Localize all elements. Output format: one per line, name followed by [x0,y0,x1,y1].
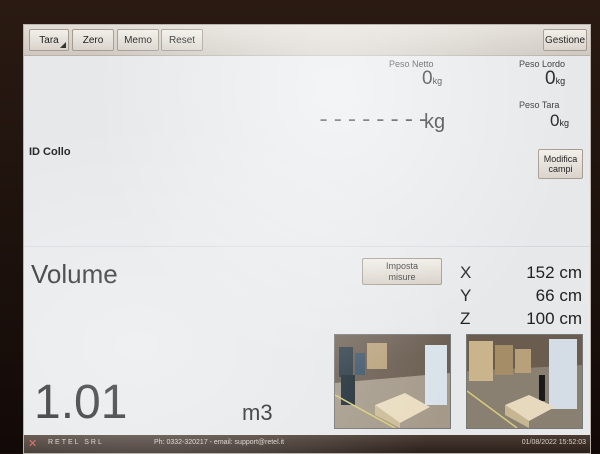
dim-z-axis: Z [460,309,471,328]
reset-button[interactable]: Reset [161,29,203,51]
dim-x-axis: X [460,263,472,282]
peso-lordo-readout: 0kg [545,68,565,90]
peso-netto-unit: kg [432,76,443,86]
peso-netto-value: 0 [422,68,433,89]
id-collo-label: ID Collo [29,146,71,158]
scale-screen: Tara Zero Memo Reset Gestione Peso Netto… [23,24,591,454]
company-name: RETEL SRL [48,439,104,446]
contact-info: Ph: 0332-320217 - email: support@retel.i… [154,439,285,446]
imposta-misure-button[interactable]: Imposta misure [362,258,442,285]
weight-display-unit: kg [424,111,446,133]
volume-unit: m3 [242,400,273,425]
peso-netto-readout: 0kg [422,68,442,90]
dim-z-value: 100 cm [526,309,582,329]
section-divider [24,246,590,247]
zero-button-label: Zero [82,34,104,46]
tara-button-label: Tara [39,34,59,46]
camera-feed-1[interactable] [334,334,451,429]
camera-feed-2[interactable] [466,334,583,429]
peso-lordo-unit: kg [555,76,566,86]
camera-2-image [467,335,582,428]
modifica-campi-button[interactable]: Modifica campi [538,149,583,179]
dim-y-axis: Y [460,286,472,305]
camera-1-image [335,335,450,428]
dim-z-number: 100 [526,309,555,328]
memo-button-label: Memo [124,34,152,46]
dim-y-unit: cm [559,286,582,305]
gestione-button-label: Gestione [544,34,586,46]
dim-x-value: 152 cm [526,263,582,283]
imposta-misure-line2: misure [388,272,416,282]
modifica-campi-line1: Modifica [543,154,578,164]
gestione-button[interactable]: Gestione [543,29,587,51]
status-bar: ✕ RETEL SRL Ph: 0332-320217 - email: sup… [24,435,590,453]
dim-z-unit: cm [559,309,582,328]
tara-button[interactable]: Tara [29,29,69,51]
peso-tara-unit: kg [559,118,569,128]
dim-y-number: 66 [535,286,555,305]
volume-label: Volume [31,259,118,289]
weight-display-value: -------- [317,108,431,133]
dropdown-corner-icon [60,42,66,48]
dim-x-number: 152 [526,263,555,282]
imposta-misure-line1: Imposta [385,261,418,271]
date-time: 01/08/2022 15:52:03 [521,439,586,446]
modifica-campi-line2: campi [548,164,573,174]
close-icon[interactable]: ✕ [28,437,37,450]
memo-button[interactable]: Memo [117,29,159,51]
peso-lordo-value: 0 [545,68,556,89]
dim-y-value: 66 cm [536,286,582,306]
peso-tara-label: Peso Tara [519,100,560,110]
peso-tara-readout: 0kg [550,111,569,131]
weight-display: -------- [317,108,431,133]
volume-value: 1.01 [34,376,128,429]
reset-button-label: Reset [168,34,196,46]
toolbar: Tara Zero Memo Reset Gestione [24,25,590,56]
zero-button[interactable]: Zero [72,29,114,51]
dim-x-unit: cm [559,263,582,282]
